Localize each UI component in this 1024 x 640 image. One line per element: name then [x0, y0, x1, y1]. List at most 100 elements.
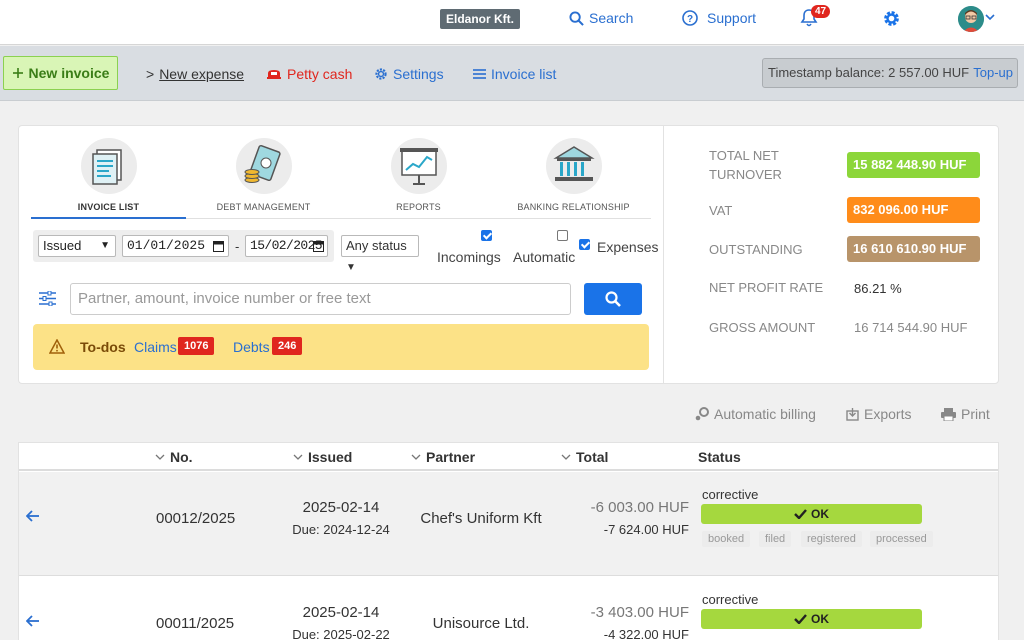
petty-cash-label: Petty cash: [287, 66, 353, 82]
tab-debt-management-label: DEBT MANAGEMENT: [216, 202, 311, 212]
gross-amount-value: 16 714 544.90 HUF: [854, 320, 968, 335]
timestamp-balance: Timestamp balance: 2 557.00 HUF Top-up: [762, 58, 1018, 88]
arrow-left-icon[interactable]: [26, 510, 40, 522]
new-invoice-button[interactable]: New invoice: [3, 56, 118, 90]
claims-count-badge[interactable]: 1076: [178, 337, 215, 355]
due-date: Due: 2025-02-22: [292, 627, 390, 640]
claims-link[interactable]: Claims: [134, 339, 177, 355]
search-link-label: Search: [589, 10, 634, 26]
date-filter-group: Issued ▼ 01/01/2025 - 15/02/2025: [33, 230, 334, 262]
user-avatar-icon: [958, 6, 984, 32]
incomings-checkbox[interactable]: [481, 230, 492, 241]
reports-icon: [390, 138, 447, 194]
status-badge: OK: [701, 504, 922, 524]
export-icon: [846, 408, 859, 421]
invoice-type: corrective: [702, 592, 759, 607]
expenses-label: Expenses: [597, 239, 659, 255]
avatar[interactable]: [958, 6, 984, 32]
automatic-billing-label: Automatic billing: [714, 406, 816, 422]
company-badge[interactable]: Eldanor Kft.: [440, 9, 520, 29]
tab-invoice-list[interactable]: INVOICE LIST: [31, 138, 186, 218]
invoice-type: corrective: [702, 487, 759, 502]
due-date: Due: 2024-12-24: [292, 522, 390, 537]
exports-button[interactable]: Exports: [846, 406, 911, 422]
turnover-value: 15 882 448.90 HUF: [847, 152, 980, 178]
summary-panel: TOTAL NET TURNOVER 15 882 448.90 HUF VAT…: [663, 125, 999, 384]
search-placeholder: Partner, amount, invoice number or free …: [78, 290, 371, 307]
tab-reports-label: REPORTS: [396, 202, 441, 212]
tab-invoice-list-label: INVOICE LIST: [77, 202, 140, 212]
partner-name: Unisource Ltd.: [432, 615, 530, 632]
gear-icon: [884, 11, 899, 26]
search-input[interactable]: Partner, amount, invoice number or free …: [70, 283, 571, 315]
chevron-down-icon: [293, 454, 303, 460]
column-header-total[interactable]: Total: [561, 449, 608, 465]
settings-link[interactable]: Settings: [374, 66, 444, 82]
new-invoice-label: New invoice: [28, 65, 110, 81]
status-label: OK: [811, 507, 829, 521]
invoice-number[interactable]: 00012/2025: [156, 510, 235, 527]
date-from-input[interactable]: 01/01/2025: [122, 235, 229, 257]
date-type-select[interactable]: Issued ▼: [38, 235, 116, 257]
notification-count-badge: 47: [811, 5, 831, 18]
status-select[interactable]: Any status ▼: [341, 235, 419, 273]
tag-processed: processed: [870, 531, 933, 547]
tab-banking-relationship[interactable]: BANKING RELATIONSHIP: [496, 138, 651, 218]
search-link[interactable]: Search: [569, 10, 633, 26]
cog-icon: [375, 68, 387, 80]
search-button[interactable]: [584, 283, 642, 315]
status-value: Any status: [346, 238, 407, 253]
automatic-checkbox[interactable]: [557, 230, 568, 241]
invoice-list-link[interactable]: Invoice list: [473, 66, 556, 82]
tab-reports[interactable]: REPORTS: [341, 138, 496, 218]
table-row[interactable]: 00011/2025 2025-02-14 Due: 2025-02-22 Un…: [19, 577, 998, 640]
petty-cash-link[interactable]: Petty cash: [266, 66, 352, 82]
automatic-billing-button[interactable]: Automatic billing: [695, 406, 816, 422]
status-badge: OK: [701, 609, 922, 629]
print-button[interactable]: Print: [941, 406, 990, 422]
column-header-no[interactable]: No.: [155, 449, 193, 465]
tag-filed: filed: [759, 531, 792, 547]
automatic-billing-icon: [695, 407, 709, 421]
debts-count-badge[interactable]: 246: [272, 337, 303, 355]
new-expense-link[interactable]: > New expense: [146, 66, 244, 82]
new-expense-label: New expense: [159, 66, 245, 82]
column-header-partner[interactable]: Partner: [411, 449, 475, 465]
support-link-label: Support: [707, 10, 757, 26]
printer-icon: [941, 407, 956, 421]
new-expense-prefix: >: [146, 66, 155, 82]
outstanding-label: OUTSTANDING: [709, 242, 803, 257]
gross-amount-label: GROSS AMOUNT: [709, 320, 816, 335]
caret-down-icon: ▼: [346, 262, 356, 273]
column-header-issued[interactable]: Issued: [293, 449, 352, 465]
tab-debt-management[interactable]: DEBT MANAGEMENT: [186, 138, 341, 218]
outstanding-value: 16 610 610.90 HUF: [847, 236, 980, 262]
search-icon: [569, 10, 584, 26]
net-total: -6 003.00 HUF: [590, 499, 689, 516]
date-from-value: 01/01/2025: [127, 238, 206, 253]
chevron-down-icon[interactable]: [985, 13, 995, 21]
support-link[interactable]: ? Support: [682, 10, 756, 26]
invoice-number[interactable]: 00011/2025: [156, 615, 234, 632]
calendar-icon: [313, 241, 324, 252]
bank-icon: [545, 138, 602, 194]
invoice-filter-panel: INVOICE LIST DEBT MANAGEMENT REPORTS BAN…: [18, 125, 664, 384]
action-bar: New invoice > New expense Petty cash Set…: [0, 46, 1024, 101]
table-row[interactable]: 00012/2025 2025-02-14 Due: 2024-12-24 Ch…: [19, 472, 998, 576]
date-to-input[interactable]: 15/02/2025: [245, 235, 328, 257]
column-header-total-label: Total: [576, 449, 609, 465]
expenses-checkbox[interactable]: [579, 239, 590, 250]
print-label: Print: [961, 406, 990, 422]
tab-banking-relationship-label: BANKING RELATIONSHIP: [517, 202, 630, 212]
issued-date: 2025-02-14: [302, 499, 380, 516]
sliders-icon[interactable]: [39, 291, 56, 306]
arrow-left-icon[interactable]: [26, 615, 40, 627]
debts-link[interactable]: Debts: [233, 339, 270, 355]
top-up-link[interactable]: Top-up: [973, 59, 1013, 87]
settings-gear-button[interactable]: [882, 9, 901, 31]
table-header: No. Issued Partner Total Status: [19, 443, 998, 471]
date-to-value: 15/02/2025: [250, 238, 323, 253]
top-bar: Eldanor Kft. Search ? Support 47: [0, 0, 1024, 45]
active-tab-indicator: [31, 217, 186, 219]
invoice-list-icon: [80, 138, 137, 194]
